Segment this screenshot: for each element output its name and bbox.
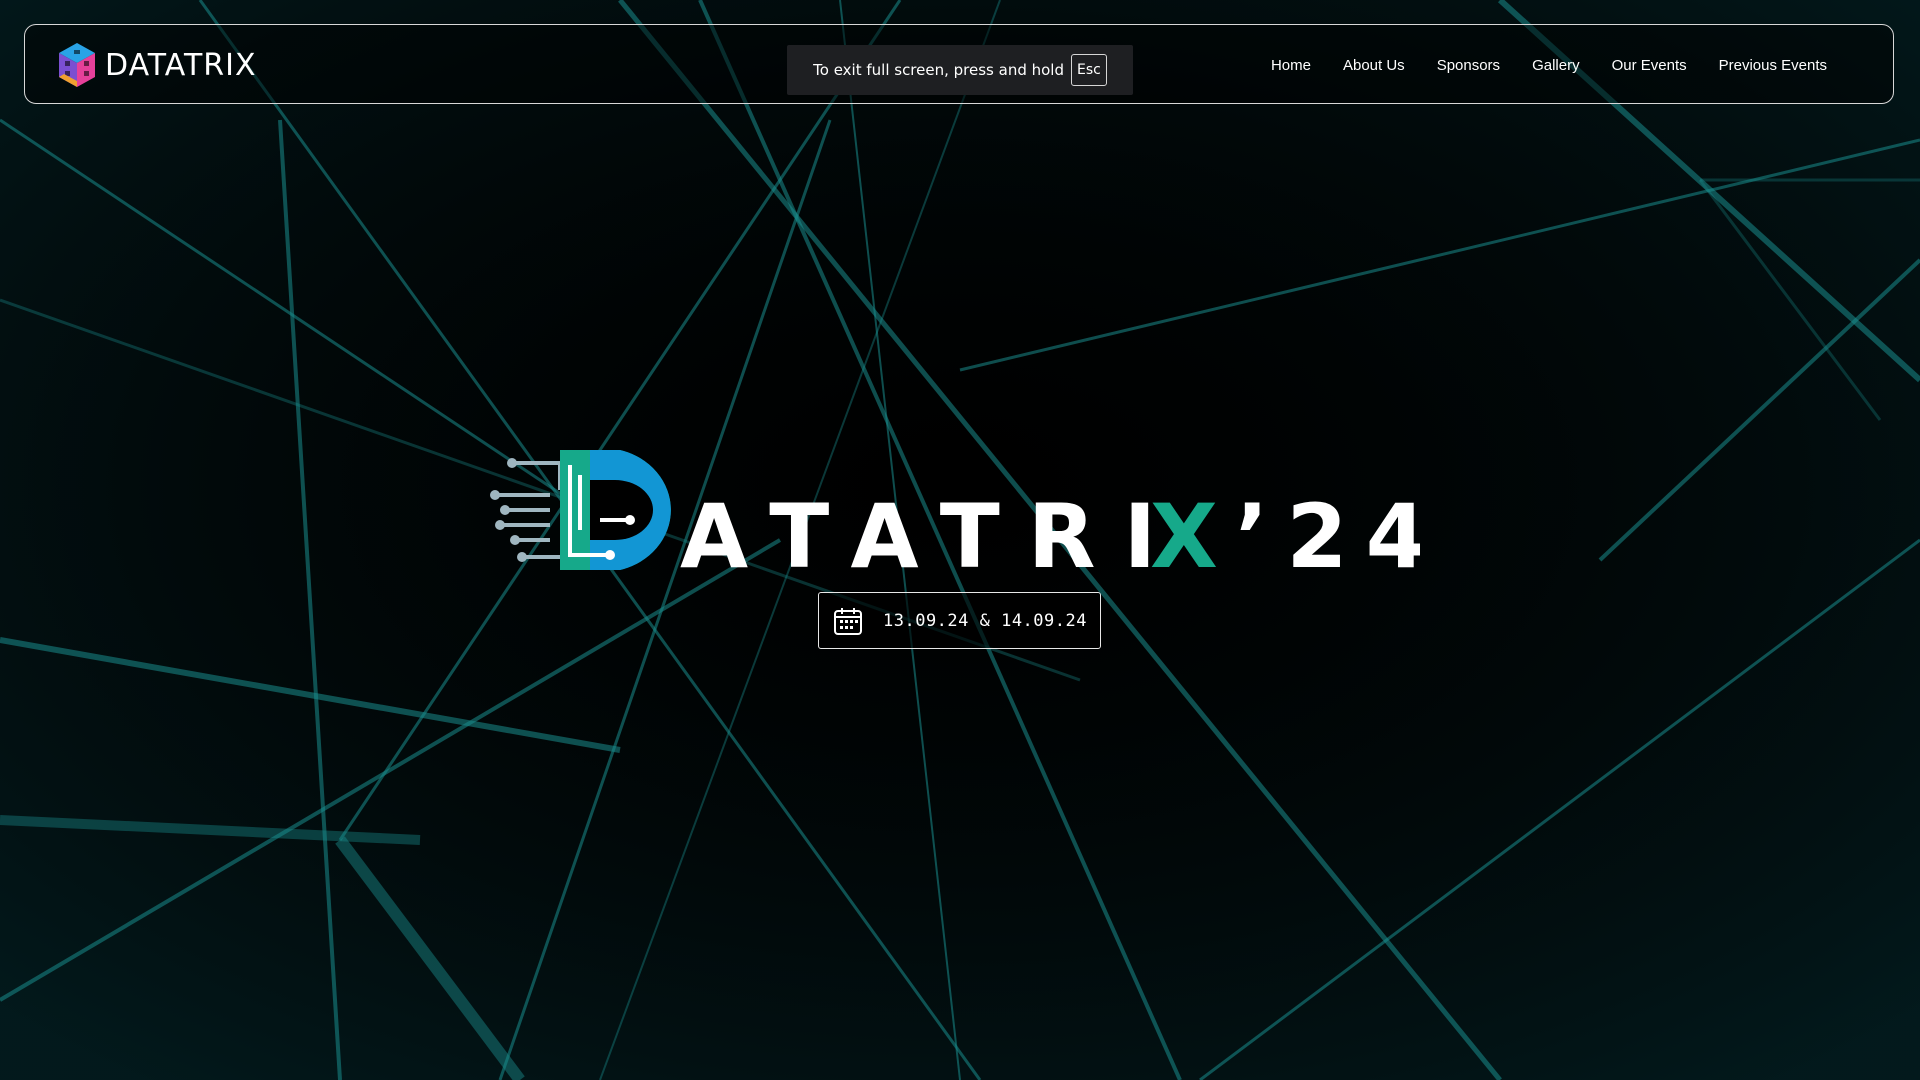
calendar-icon xyxy=(834,607,862,635)
nav-home[interactable]: Home xyxy=(1271,57,1311,74)
brand-logo[interactable]: DATATRIX xyxy=(55,41,257,89)
esc-key-badge: Esc xyxy=(1071,54,1107,86)
hero-title-logo: ATATRI X ’24 xyxy=(490,450,1420,580)
brand-name: DATATRIX xyxy=(105,47,257,83)
nav-about-us[interactable]: About Us xyxy=(1343,57,1405,74)
hero-title-text: ATATRI xyxy=(680,485,1184,580)
nav-sponsors[interactable]: Sponsors xyxy=(1437,57,1500,74)
hero-title-x: X xyxy=(1150,485,1218,580)
nav-menu: Home About Us Sponsors Gallery Our Event… xyxy=(1239,25,1827,105)
event-date-box: 13.09.24 & 14.09.24 xyxy=(818,592,1101,649)
fullscreen-notice-text: To exit full screen, press and hold xyxy=(813,61,1064,79)
event-dates: 13.09.24 & 14.09.24 xyxy=(883,610,1087,631)
fullscreen-exit-notice: To exit full screen, press and hold Esc xyxy=(787,45,1133,95)
nav-previous-events[interactable]: Previous Events xyxy=(1719,57,1827,74)
nav-gallery[interactable]: Gallery xyxy=(1532,57,1580,74)
nav-our-events[interactable]: Our Events xyxy=(1612,57,1687,74)
hero-title-year: ’24 xyxy=(1235,485,1420,580)
cube-logo-icon xyxy=(59,43,95,87)
